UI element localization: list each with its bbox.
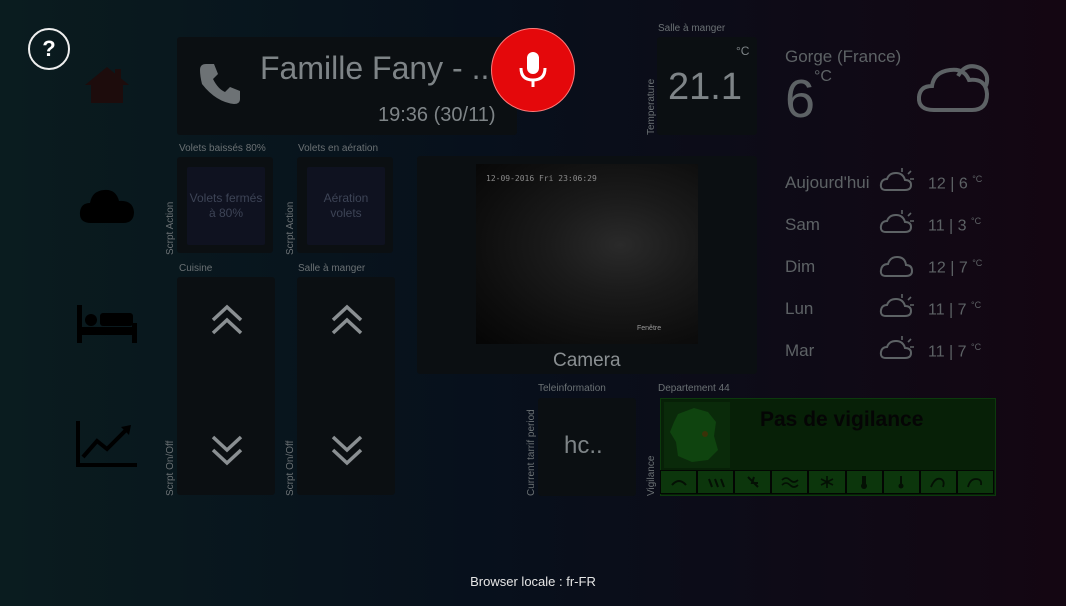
france-map-icon xyxy=(664,402,730,468)
avalanche-icon xyxy=(919,470,957,494)
forecast-range: 11 | 3 °C xyxy=(928,216,981,235)
forecast-day: Lun xyxy=(785,299,814,318)
shutter-title: Cuisine xyxy=(179,263,213,274)
storm-icon xyxy=(734,470,772,494)
forecast-unit: °C xyxy=(971,216,982,226)
forecast-range: 11 | 7 °C xyxy=(928,342,981,361)
partly-cloudy-icon xyxy=(878,208,916,234)
forecast-unit: °C xyxy=(971,342,982,352)
phone-icon xyxy=(196,60,244,113)
scene-tile-volets-80: Volets fermés à 80% xyxy=(177,157,273,253)
forecast-range-value: 11 | 7 xyxy=(928,301,967,319)
temperature-label: Temperature xyxy=(646,78,657,135)
camera-timestamp: 12-09-2016 Fri 23:06:29 xyxy=(486,174,597,183)
weather-temperature: 6 xyxy=(785,69,816,129)
chart-line-icon[interactable] xyxy=(74,418,140,468)
vigilance-side-label: Vigilance xyxy=(646,455,657,496)
temperature-unit: °C xyxy=(736,44,750,58)
shutter-title: Salle à manger xyxy=(298,263,366,274)
wind-icon xyxy=(660,470,698,494)
teleinfo-title: Teleinformation xyxy=(538,383,606,394)
shutter-side-label: Scrpt On/Off xyxy=(285,440,296,496)
forecast-unit: °C xyxy=(972,258,983,268)
heat-wave-icon xyxy=(845,470,883,494)
rain-flood-icon xyxy=(697,470,735,494)
weather-city: Gorge (France) xyxy=(785,47,902,66)
scene-tile-aeration: Aération volets xyxy=(297,157,393,253)
bed-icon[interactable] xyxy=(74,298,140,348)
scene-button[interactable]: Volets fermés à 80% xyxy=(187,167,265,245)
forecast-range-value: 11 | 7 xyxy=(928,343,967,361)
forecast-day: Sam xyxy=(785,215,820,234)
forecast-range: 11 | 7 °C xyxy=(928,300,981,319)
phone-time: 19:36 (30/11) xyxy=(378,104,496,126)
home-icon[interactable] xyxy=(74,60,140,110)
cloud-icon xyxy=(914,58,992,121)
browser-locale: Browser locale : fr-FR xyxy=(470,574,596,589)
vigilance-title: Departement 44 xyxy=(658,383,730,394)
snow-icon xyxy=(808,470,846,494)
forecast-day: Dim xyxy=(785,257,816,276)
scene-button[interactable]: Aération volets xyxy=(307,167,385,245)
phone-caller: Famille Fany - ... xyxy=(260,50,499,86)
temperature-room: Salle à manger xyxy=(658,23,726,34)
scene-side-label: Scrpt Action xyxy=(165,201,176,255)
scene-title: Volets baissés 80% xyxy=(179,143,266,154)
forecast-day: Aujourd'hui xyxy=(785,173,870,192)
weather-unit: °C xyxy=(814,68,832,85)
teleinfo-value: hc.. xyxy=(564,432,603,459)
forecast-range-value: 12 | 7 xyxy=(928,259,968,277)
forecast-day: Mar xyxy=(785,341,815,360)
camera-overlay-label: Fenêtre xyxy=(637,325,662,332)
microphone-button[interactable] xyxy=(491,28,575,112)
teleinfo-side-label: Current tarrif period xyxy=(526,409,537,496)
camera-feed[interactable] xyxy=(476,164,698,344)
chevron-down-icon[interactable] xyxy=(210,434,244,471)
forecast-unit: °C xyxy=(971,300,982,310)
camera-caption: Camera xyxy=(553,350,621,371)
vigilance-icon-strip xyxy=(660,470,994,494)
temperature-value: 21.1 xyxy=(668,66,742,108)
flood-icon xyxy=(771,470,809,494)
vigilance-status: Pas de vigilance xyxy=(760,408,924,431)
scene-side-label: Scrpt Action xyxy=(285,201,296,255)
chevron-up-icon[interactable] xyxy=(330,304,364,341)
cold-wave-icon xyxy=(882,470,920,494)
wave-submersion-icon xyxy=(956,470,994,494)
scene-title: Volets en aération xyxy=(298,143,379,154)
cloud-icon[interactable] xyxy=(74,178,140,228)
cloud-icon xyxy=(878,252,916,278)
forecast-unit: °C xyxy=(972,174,983,184)
chevron-up-icon[interactable] xyxy=(210,304,244,341)
forecast-range-value: 12 | 6 xyxy=(928,175,968,193)
chevron-down-icon[interactable] xyxy=(330,434,364,471)
forecast-range-value: 11 | 3 xyxy=(928,217,967,235)
shutter-side-label: Scrpt On/Off xyxy=(165,440,176,496)
microphone-icon xyxy=(519,52,547,87)
help-button[interactable]: ? xyxy=(28,28,70,70)
partly-cloudy-icon xyxy=(878,334,916,360)
partly-cloudy-icon xyxy=(878,166,916,192)
forecast-range: 12 | 6 °C xyxy=(928,174,982,193)
forecast-range: 12 | 7 °C xyxy=(928,258,982,277)
partly-cloudy-icon xyxy=(878,292,916,318)
